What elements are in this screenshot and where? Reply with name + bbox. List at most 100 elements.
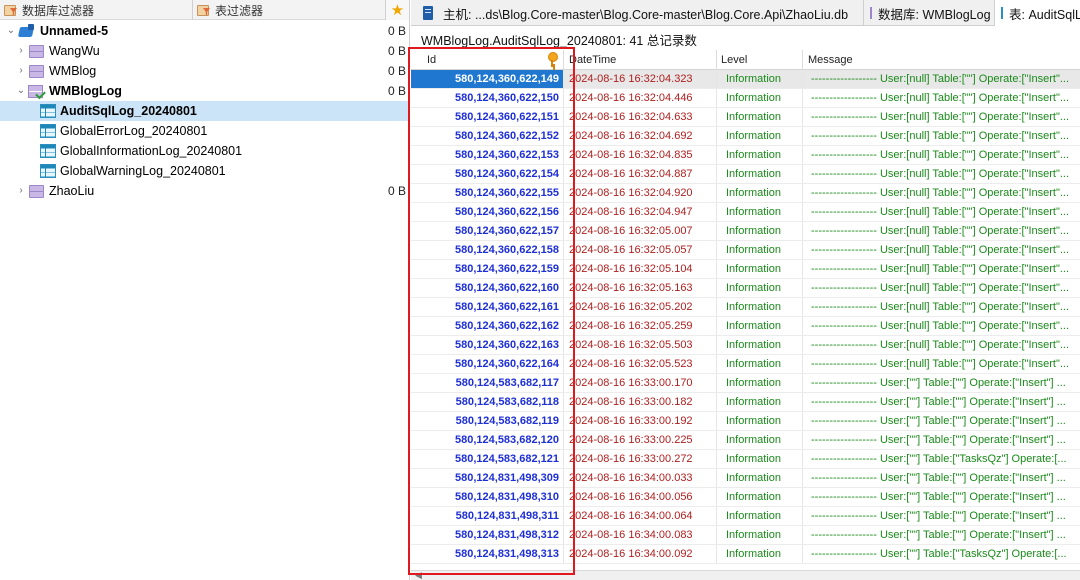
cell-level[interactable]: Information: [717, 488, 803, 507]
cell-id[interactable]: 580,124,831,498,310: [411, 488, 564, 507]
table-row[interactable]: 580,124,360,622,156 2024-08-16 16:32:04.9…: [411, 203, 1080, 222]
cell-datetime[interactable]: 2024-08-16 16:32:05.523: [564, 355, 717, 374]
chevron-right-icon[interactable]: ›: [16, 66, 26, 76]
tree-item-table[interactable]: GlobalErrorLog_20240801: [0, 121, 410, 141]
cell-id[interactable]: 580,124,583,682,119: [411, 412, 564, 431]
cell-datetime[interactable]: 2024-08-16 16:34:00.056: [564, 488, 717, 507]
cell-level[interactable]: Information: [717, 317, 803, 336]
cell-message[interactable]: ------------------ User:[""] Table:["Tas…: [803, 545, 1080, 564]
cell-id[interactable]: 580,124,360,622,153: [411, 146, 564, 165]
chevron-down-icon[interactable]: ⌄: [6, 26, 16, 36]
cell-message[interactable]: ------------------ User:[null] Table:[""…: [803, 127, 1080, 146]
cell-level[interactable]: Information: [717, 298, 803, 317]
scroll-left-icon[interactable]: ◀: [415, 570, 422, 580]
data-grid[interactable]: Id DateTime Level Message 580,124,360,62…: [411, 50, 1080, 570]
cell-datetime[interactable]: 2024-08-16 16:32:04.947: [564, 203, 717, 222]
table-row[interactable]: 580,124,831,498,309 2024-08-16 16:34:00.0…: [411, 469, 1080, 488]
cell-datetime[interactable]: 2024-08-16 16:32:05.503: [564, 336, 717, 355]
cell-datetime[interactable]: 2024-08-16 16:32:04.887: [564, 165, 717, 184]
cell-level[interactable]: Information: [717, 526, 803, 545]
cell-level[interactable]: Information: [717, 279, 803, 298]
cell-message[interactable]: ------------------ User:[""] Table:[""] …: [803, 488, 1080, 507]
cell-datetime[interactable]: 2024-08-16 16:32:05.007: [564, 222, 717, 241]
cell-message[interactable]: ------------------ User:[""] Table:[""] …: [803, 526, 1080, 545]
cell-message[interactable]: ------------------ User:[null] Table:[""…: [803, 222, 1080, 241]
table-row[interactable]: 580,124,360,622,159 2024-08-16 16:32:05.1…: [411, 260, 1080, 279]
table-row[interactable]: 580,124,360,622,151 2024-08-16 16:32:04.6…: [411, 108, 1080, 127]
cell-datetime[interactable]: 2024-08-16 16:32:05.202: [564, 298, 717, 317]
cell-level[interactable]: Information: [717, 127, 803, 146]
cell-id[interactable]: 580,124,360,622,152: [411, 127, 564, 146]
cell-level[interactable]: Information: [717, 507, 803, 526]
cell-id[interactable]: 580,124,360,622,151: [411, 108, 564, 127]
cell-id[interactable]: 580,124,360,622,159: [411, 260, 564, 279]
cell-level[interactable]: Information: [717, 222, 803, 241]
table-row[interactable]: 580,124,360,622,161 2024-08-16 16:32:05.2…: [411, 298, 1080, 317]
cell-id[interactable]: 580,124,360,622,160: [411, 279, 564, 298]
chevron-down-icon[interactable]: ⌄: [16, 86, 26, 96]
cell-datetime[interactable]: 2024-08-16 16:32:05.163: [564, 279, 717, 298]
cell-datetime[interactable]: 2024-08-16 16:32:05.259: [564, 317, 717, 336]
cell-id[interactable]: 580,124,360,622,156: [411, 203, 564, 222]
table-row[interactable]: 580,124,360,622,150 2024-08-16 16:32:04.4…: [411, 89, 1080, 108]
table-row[interactable]: 580,124,360,622,152 2024-08-16 16:32:04.6…: [411, 127, 1080, 146]
cell-message[interactable]: ------------------ User:[null] Table:[""…: [803, 298, 1080, 317]
cell-id[interactable]: 580,124,360,622,161: [411, 298, 564, 317]
cell-message[interactable]: ------------------ User:[null] Table:[""…: [803, 146, 1080, 165]
table-row[interactable]: 580,124,583,682,119 2024-08-16 16:33:00.1…: [411, 412, 1080, 431]
cell-id[interactable]: 580,124,360,622,150: [411, 89, 564, 108]
cell-message[interactable]: ------------------ User:[""] Table:[""] …: [803, 469, 1080, 488]
cell-level[interactable]: Information: [717, 374, 803, 393]
column-header-datetime[interactable]: DateTime: [564, 50, 717, 70]
database-filter-tab[interactable]: 数据库过滤器: [0, 0, 193, 20]
cell-level[interactable]: Information: [717, 89, 803, 108]
cell-datetime[interactable]: 2024-08-16 16:33:00.182: [564, 393, 717, 412]
cell-id[interactable]: 580,124,360,622,163: [411, 336, 564, 355]
column-header-id[interactable]: Id: [411, 50, 564, 70]
cell-message[interactable]: ------------------ User:[""] Table:[""] …: [803, 507, 1080, 526]
table-row[interactable]: 580,124,360,622,155 2024-08-16 16:32:04.9…: [411, 184, 1080, 203]
cell-message[interactable]: ------------------ User:[""] Table:[""] …: [803, 374, 1080, 393]
cell-message[interactable]: ------------------ User:[null] Table:[""…: [803, 165, 1080, 184]
cell-level[interactable]: Information: [717, 412, 803, 431]
table-row[interactable]: 580,124,360,622,163 2024-08-16 16:32:05.5…: [411, 336, 1080, 355]
table-row[interactable]: 580,124,831,498,312 2024-08-16 16:34:00.0…: [411, 526, 1080, 545]
cell-datetime[interactable]: 2024-08-16 16:33:00.170: [564, 374, 717, 393]
column-header-level[interactable]: Level: [717, 50, 803, 70]
cell-level[interactable]: Information: [717, 165, 803, 184]
cell-level[interactable]: Information: [717, 336, 803, 355]
cell-message[interactable]: ------------------ User:[null] Table:[""…: [803, 241, 1080, 260]
table-row[interactable]: 580,124,360,622,158 2024-08-16 16:32:05.0…: [411, 241, 1080, 260]
cell-id[interactable]: 580,124,360,622,158: [411, 241, 564, 260]
table-row[interactable]: 580,124,831,498,310 2024-08-16 16:34:00.0…: [411, 488, 1080, 507]
table-row[interactable]: 580,124,583,682,121 2024-08-16 16:33:00.2…: [411, 450, 1080, 469]
cell-level[interactable]: Information: [717, 184, 803, 203]
tree-item-connection[interactable]: ⌄ Unnamed-5 0 B: [0, 21, 410, 41]
tree-item-table[interactable]: GlobalInformationLog_20240801: [0, 141, 410, 161]
cell-id[interactable]: 580,124,360,622,154: [411, 165, 564, 184]
cell-message[interactable]: ------------------ User:[null] Table:[""…: [803, 108, 1080, 127]
cell-id[interactable]: 580,124,360,622,149: [411, 70, 564, 89]
tab-host[interactable]: 主机: ...ds\Blog.Core-master\Blog.Core-mas…: [411, 0, 864, 26]
cell-id[interactable]: 580,124,831,498,309: [411, 469, 564, 488]
tree-item-table[interactable]: GlobalWarningLog_20240801: [0, 161, 410, 181]
tab-database[interactable]: 数据库: WMBlogLog: [864, 0, 995, 26]
cell-level[interactable]: Information: [717, 450, 803, 469]
table-row[interactable]: 580,124,583,682,117 2024-08-16 16:33:00.1…: [411, 374, 1080, 393]
cell-datetime[interactable]: 2024-08-16 16:32:04.692: [564, 127, 717, 146]
cell-level[interactable]: Information: [717, 108, 803, 127]
cell-datetime[interactable]: 2024-08-16 16:34:00.064: [564, 507, 717, 526]
tree-item-database[interactable]: › ZhaoLiu 0 B: [0, 181, 410, 201]
table-row[interactable]: 580,124,360,622,154 2024-08-16 16:32:04.8…: [411, 165, 1080, 184]
table-row[interactable]: 580,124,360,622,164 2024-08-16 16:32:05.5…: [411, 355, 1080, 374]
table-row[interactable]: 580,124,360,622,157 2024-08-16 16:32:05.0…: [411, 222, 1080, 241]
database-tree[interactable]: ⌄ Unnamed-5 0 B › WangWu 0 B › WMBlog 0 …: [0, 21, 410, 201]
cell-message[interactable]: ------------------ User:[null] Table:[""…: [803, 336, 1080, 355]
table-row[interactable]: 580,124,831,498,311 2024-08-16 16:34:00.0…: [411, 507, 1080, 526]
cell-message[interactable]: ------------------ User:[null] Table:[""…: [803, 203, 1080, 222]
cell-message[interactable]: ------------------ User:[null] Table:[""…: [803, 184, 1080, 203]
cell-id[interactable]: 580,124,583,682,121: [411, 450, 564, 469]
table-row[interactable]: 580,124,583,682,118 2024-08-16 16:33:00.1…: [411, 393, 1080, 412]
cell-message[interactable]: ------------------ User:[""] Table:["Tas…: [803, 450, 1080, 469]
cell-datetime[interactable]: 2024-08-16 16:33:00.192: [564, 412, 717, 431]
